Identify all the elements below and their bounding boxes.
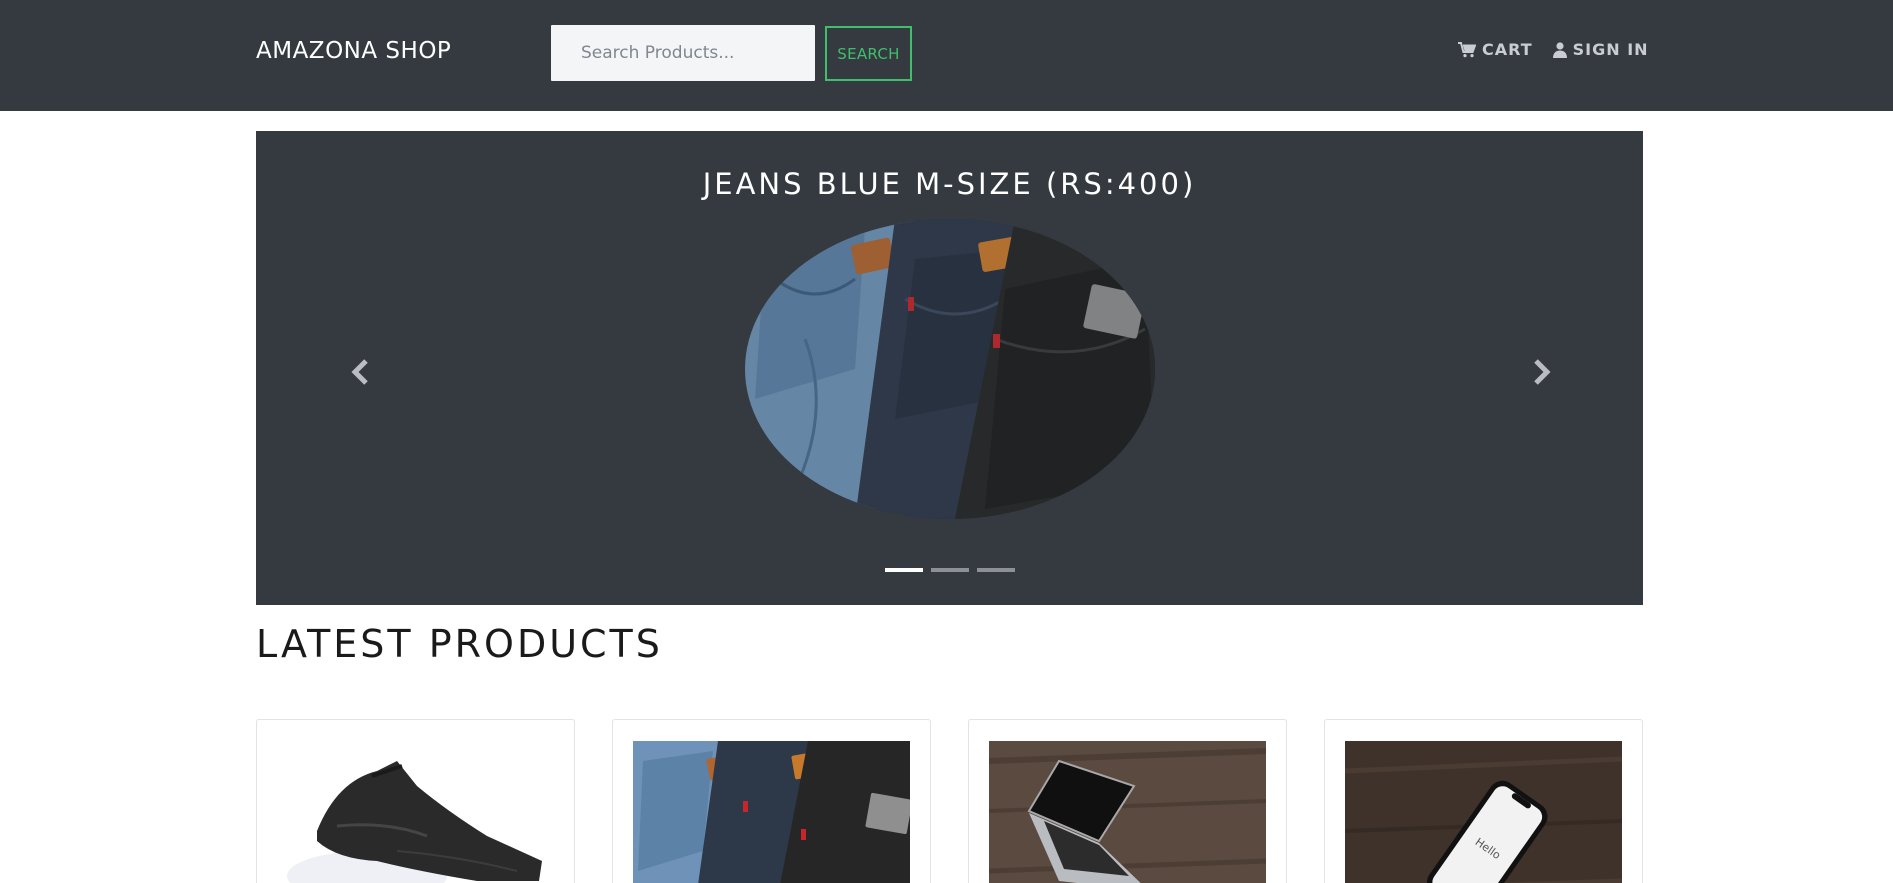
- cart-icon: [1458, 41, 1476, 58]
- cart-link[interactable]: CART: [1458, 40, 1533, 59]
- product-card[interactable]: Hello: [1324, 719, 1643, 883]
- signin-link[interactable]: SIGN IN: [1552, 40, 1649, 59]
- chevron-left-icon: [346, 359, 376, 396]
- search-button[interactable]: SEARCH: [825, 26, 912, 81]
- chevron-right-icon: [1526, 359, 1556, 396]
- product-image-phone[interactable]: Hello: [1345, 741, 1622, 883]
- featured-carousel: JEANS BLUE M-SIZE (RS:400): [256, 131, 1643, 605]
- product-card[interactable]: [968, 719, 1287, 883]
- carousel-prev-button[interactable]: [346, 352, 376, 392]
- carousel-indicator-3[interactable]: [977, 568, 1015, 572]
- carousel-indicator-1[interactable]: [885, 568, 923, 572]
- carousel-indicator-2[interactable]: [931, 568, 969, 572]
- search-input[interactable]: [551, 25, 815, 81]
- carousel-product-image[interactable]: [745, 219, 1155, 519]
- product-image-laptop[interactable]: [989, 741, 1266, 883]
- top-navbar: AMAZONA SHOP SEARCH CART SIGN IN: [0, 0, 1893, 111]
- carousel-indicators: [885, 568, 1015, 572]
- cart-label: CART: [1482, 40, 1533, 59]
- brand-logo[interactable]: AMAZONA SHOP: [256, 38, 451, 64]
- product-card[interactable]: [612, 719, 931, 883]
- signin-label: SIGN IN: [1572, 40, 1649, 59]
- user-icon: [1552, 41, 1567, 58]
- product-card[interactable]: [256, 719, 575, 883]
- nav-links: CART SIGN IN: [1458, 40, 1649, 59]
- carousel-product-title[interactable]: JEANS BLUE M-SIZE (RS:400): [256, 167, 1643, 201]
- latest-products-heading: LATEST PRODUCTS: [256, 622, 663, 666]
- product-image-jeans-stack[interactable]: [633, 741, 910, 883]
- product-image-black-jeans[interactable]: [277, 741, 554, 883]
- carousel-next-button[interactable]: [1526, 352, 1556, 392]
